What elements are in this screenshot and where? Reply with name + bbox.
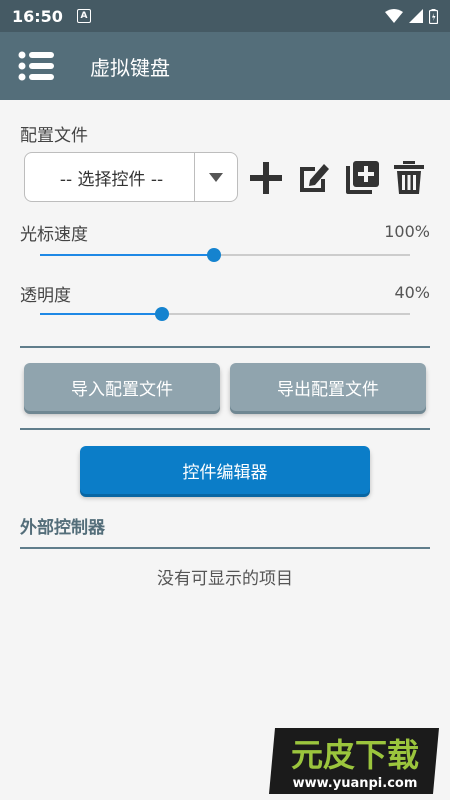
- cursor-speed-label: 光标速度: [20, 225, 88, 245]
- watermark-url: www.yuanpi.com: [293, 776, 418, 791]
- export-config-button[interactable]: 导出配置文件: [230, 363, 426, 411]
- notification-icon: A: [76, 9, 91, 23]
- opacity-slider[interactable]: [40, 304, 410, 324]
- external-controller-title: 外部控制器: [20, 518, 105, 538]
- edit-icon[interactable]: [296, 160, 332, 196]
- slider-fill: [40, 254, 214, 256]
- cursor-speed-slider[interactable]: [40, 245, 410, 265]
- config-select-value: -- 选择控件 --: [59, 169, 164, 190]
- slider-fill: [40, 313, 163, 315]
- config-select-arrow[interactable]: [194, 153, 237, 201]
- divider: [20, 346, 430, 348]
- signal-icon: [409, 9, 423, 23]
- delete-icon[interactable]: [391, 160, 427, 196]
- wifi-icon: [385, 9, 403, 23]
- app-bar: 虚拟键盘: [0, 32, 450, 100]
- battery-icon: [429, 8, 438, 24]
- status-time: 16:50: [12, 6, 63, 26]
- control-editor-button[interactable]: 控件编辑器: [80, 446, 370, 494]
- status-icons: [385, 8, 438, 24]
- app-title: 虚拟键盘: [90, 55, 170, 80]
- status-bar: 16:50 A: [0, 0, 450, 32]
- add-icon[interactable]: [248, 160, 284, 196]
- opacity-label: 透明度: [20, 286, 71, 306]
- config-select[interactable]: -- 选择控件 --: [24, 152, 238, 202]
- copy-icon[interactable]: [344, 160, 380, 196]
- divider: [20, 547, 430, 549]
- watermark-logo: 元皮下载 www.yuanpi.com: [269, 728, 439, 794]
- slider-thumb[interactable]: [206, 248, 221, 262]
- config-label: 配置文件: [20, 126, 88, 146]
- divider: [20, 428, 430, 430]
- hamburger-menu-icon[interactable]: [18, 51, 54, 81]
- slider-thumb[interactable]: [155, 307, 170, 321]
- cursor-speed-value: 100%: [384, 222, 430, 241]
- import-config-button[interactable]: 导入配置文件: [24, 363, 220, 411]
- opacity-value: 40%: [394, 283, 430, 302]
- watermark-brand: 元皮下载: [291, 736, 419, 774]
- chevron-down-icon: [209, 172, 223, 182]
- empty-list-message: 没有可显示的项目: [157, 569, 293, 589]
